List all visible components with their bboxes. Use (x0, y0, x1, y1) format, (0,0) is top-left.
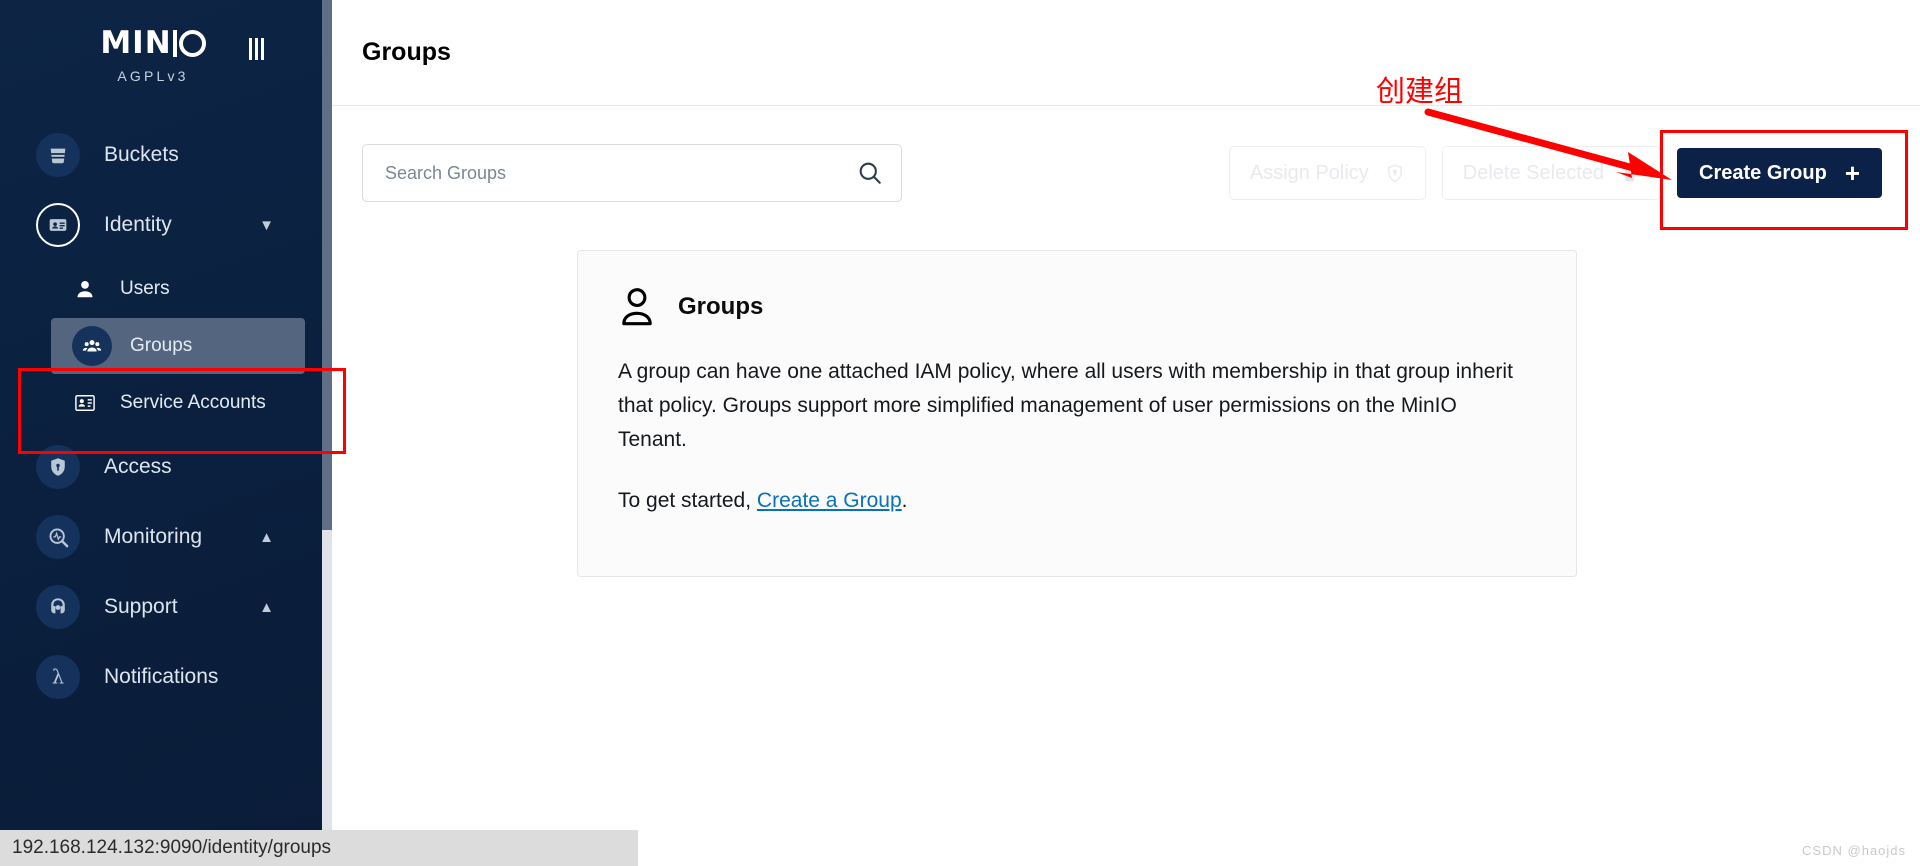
lambda-icon: λ (36, 655, 80, 699)
info-card-header: Groups (618, 285, 1536, 329)
sidebar-item-support[interactable]: Support ▲ (0, 572, 332, 642)
sidebar-item-label: Buckets (104, 143, 179, 166)
status-bar-url: 192.168.124.132:9090/identity/groups (0, 830, 638, 866)
brand-header: MIN AGPLv3 (0, 0, 332, 108)
sidebar-item-label: Identity (104, 213, 172, 236)
search-icon[interactable] (857, 160, 883, 186)
logo-bar (172, 30, 177, 57)
create-group-label: Create Group (1699, 161, 1827, 184)
toolbar-actions: Assign Policy Delete Selected Create Gro… (1228, 146, 1890, 200)
cta-prefix: To get started, (618, 489, 757, 513)
cta-suffix: . (901, 489, 908, 513)
chevron-down-icon[interactable]: ▼ (259, 217, 274, 234)
sidebar-item-label: Groups (130, 335, 193, 356)
group-people-icon (72, 326, 112, 366)
sidebar-nav: Buckets Identity ▼ Users Groups Service … (0, 108, 332, 712)
plus-icon: + (1844, 158, 1860, 188)
headset-support-icon (36, 585, 80, 629)
sidebar-item-identity[interactable]: Identity ▼ (0, 190, 332, 260)
page-header: Groups (332, 0, 1920, 106)
info-card-cta: To get started, Create a Group. (618, 489, 1536, 513)
search-groups-box[interactable] (362, 144, 902, 202)
sidebar-item-label: Users (120, 278, 170, 299)
person-outline-icon (618, 285, 656, 329)
toolbar: Assign Policy Delete Selected (362, 106, 1890, 202)
hamburger-vertical-icon[interactable] (249, 38, 264, 60)
sidebar-item-label: Monitoring (104, 525, 203, 548)
logo-o-circle (178, 30, 206, 57)
user-icon (72, 276, 98, 302)
license-label: AGPLv3 (117, 68, 189, 84)
chevron-up-icon[interactable]: ▲ (259, 529, 274, 546)
sidebar-item-buckets[interactable]: Buckets (0, 120, 332, 190)
search-input[interactable] (383, 161, 857, 185)
sidebar-item-notifications[interactable]: λ Notifications (0, 642, 332, 712)
sidebar-item-users[interactable]: Users (0, 260, 332, 318)
status-bar-url-text: 192.168.124.132:9090/identity/groups (12, 837, 332, 858)
delete-selected-button[interactable]: Delete Selected (1441, 146, 1661, 200)
sidebar-item-label: Support (104, 595, 178, 618)
content-area: Assign Policy Delete Selected (332, 106, 1920, 578)
sidebar-scrollbar-thumb[interactable] (322, 0, 332, 530)
chevron-up-icon[interactable]: ▲ (259, 599, 274, 616)
sidebar-item-service-accounts[interactable]: Service Accounts (0, 374, 332, 432)
shield-icon (1385, 162, 1405, 184)
sidebar-item-label: Access (104, 455, 172, 478)
bucket-icon (36, 133, 80, 177)
svg-text:λ: λ (52, 665, 64, 688)
delete-selected-label: Delete Selected (1462, 161, 1604, 184)
lock-shield-icon (36, 445, 80, 489)
sidebar-item-groups[interactable]: Groups (51, 318, 305, 374)
info-card-body: A group can have one attached IAM policy… (618, 360, 1513, 452)
sidebar-item-monitoring[interactable]: Monitoring ▲ (0, 502, 332, 572)
assign-policy-label: Assign Policy (1249, 161, 1369, 184)
identity-card-icon (36, 203, 80, 247)
create-group-button[interactable]: Create Group + (1677, 148, 1882, 198)
assign-policy-button[interactable]: Assign Policy (1228, 146, 1426, 200)
create-a-group-link[interactable]: Create a Group (757, 489, 902, 512)
minio-console-window: MIN AGPLv3 Buckets Identity ▼ Users Grou… (0, 0, 1920, 866)
groups-info-card: Groups A group can have one attached IAM… (577, 250, 1577, 578)
minio-logo: MIN (100, 28, 206, 59)
sidebar-item-access[interactable]: Access (0, 432, 332, 502)
info-card-title: Groups (678, 293, 764, 320)
sidebar: MIN AGPLv3 Buckets Identity ▼ Users Grou… (0, 0, 332, 866)
trash-icon (1620, 162, 1640, 184)
watermark: CSDN @haojds (1802, 843, 1906, 858)
monitoring-pulse-icon (36, 515, 80, 559)
sidebar-item-label: Service Accounts (120, 392, 266, 413)
main-content: Groups Assign Policy (332, 0, 1920, 866)
service-account-icon (72, 390, 98, 416)
sidebar-item-label: Notifications (104, 665, 219, 688)
sidebar-scrollbar[interactable] (322, 0, 332, 866)
page-title: Groups (362, 38, 451, 66)
annotation-label-create-group: 创建组 (1376, 74, 1464, 108)
